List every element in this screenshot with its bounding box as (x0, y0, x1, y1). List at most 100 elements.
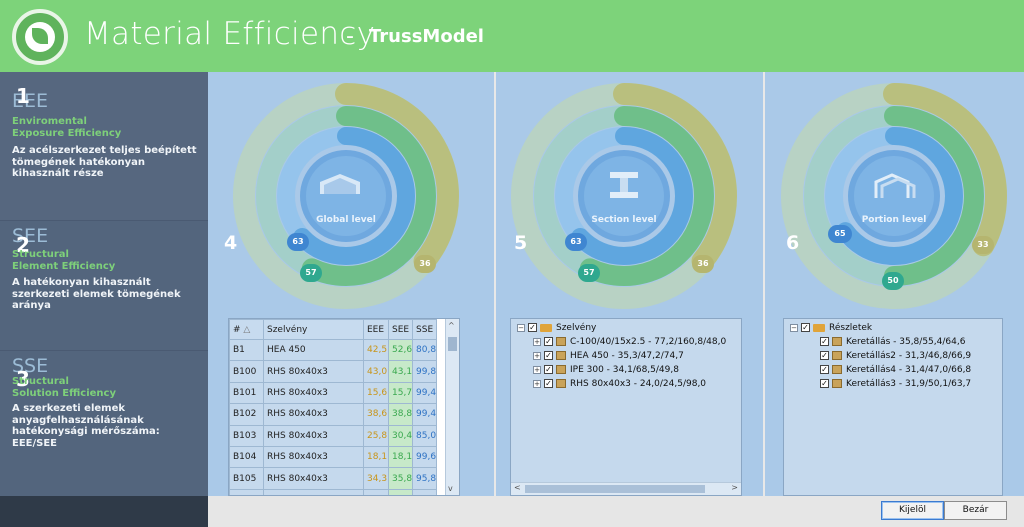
section-subtitle-1: Structural (12, 249, 69, 260)
section-subtitle-1: Enviromental (12, 116, 87, 127)
collapse-icon[interactable]: − (790, 323, 798, 332)
scroll-thumb[interactable] (448, 337, 457, 351)
tree-item[interactable]: + ✓ RHS 80x40x3 - 24,0/24,5/98,0 (533, 377, 706, 391)
section-description: Az acélszerkezet teljes beépített tömegé… (12, 145, 197, 179)
tree-item-label: Keretállás - 35,8/55,4/64,6 (846, 337, 966, 347)
expand-icon[interactable]: + (533, 365, 541, 374)
expand-icon[interactable]: + (533, 351, 541, 360)
tree-item[interactable]: + ✓ IPE 300 - 34,1/68,5/49,8 (533, 363, 679, 377)
expand-icon[interactable]: + (533, 379, 541, 388)
scroll-right-icon[interactable]: > (731, 483, 738, 492)
column-header-section[interactable]: Szelvény (263, 319, 364, 340)
scroll-thumb[interactable] (525, 485, 705, 493)
cell-eee: 38,6 (363, 403, 389, 426)
sidebar-section-eee[interactable]: EEE 1 Enviromental Exposure Efficiency A… (0, 72, 208, 220)
middle-value-pill: 57 (578, 264, 600, 282)
table-row[interactable]: B104 RHS 80x40x3 18,1 18,1 99,6 (229, 445, 438, 469)
cell-section: RHS 80x40x3 (263, 467, 364, 490)
select-button[interactable]: Kijelöl (881, 501, 944, 520)
expand-icon[interactable]: + (533, 337, 541, 346)
scroll-down-icon[interactable]: v (448, 484, 453, 493)
column-header-eee[interactable]: EEE (363, 319, 389, 340)
section-tree[interactable]: − ✓ Szelvény + ✓ C-100/40/15x2.5 - 77,2/160,… (510, 318, 742, 496)
table-row[interactable]: B1 HEA 450 42,5 52,6 80,8 (229, 338, 438, 362)
cell-see: 52,6 (387, 338, 414, 362)
model-name: TrussModel (369, 26, 484, 47)
title-separator: - (346, 24, 354, 49)
tree-item[interactable]: + ✓ HEA 450 - 35,3/47,2/74,7 (533, 349, 684, 363)
level-label: Portion level (861, 215, 927, 225)
column-header-id[interactable]: # △ (229, 319, 264, 340)
scroll-up-icon[interactable]: ^ (448, 321, 455, 330)
table-row[interactable]: B105 RHS 80x40x3 34,3 35,8 95,8 (229, 467, 438, 490)
table-row[interactable]: B103 RHS 80x40x3 25,8 30,4 85,0 (229, 424, 438, 447)
checkbox[interactable]: ✓ (801, 323, 810, 332)
cell-id: B106 (229, 488, 264, 495)
section-number: 1 (16, 84, 30, 108)
tree-item[interactable]: ✓ Keretállás - 35,8/55,4/64,6 (820, 335, 965, 349)
tree-item[interactable]: + ✓ C-100/40/15x2.5 - 77,2/160,8/48,0 (533, 335, 726, 349)
tree-root[interactable]: − ✓ Szelvény (517, 321, 596, 335)
cell-eee: 18,1 (363, 445, 389, 469)
beam-section-icon (606, 170, 642, 200)
tree-item-label: Keretállás4 - 31,4/47,0/66,8 (846, 365, 972, 375)
leaf-logo-icon (12, 9, 68, 65)
middle-value-pill: 57 (300, 264, 322, 282)
checkbox[interactable]: ✓ (820, 365, 829, 374)
tree-item[interactable]: ✓ Keretállás4 - 31,4/47,0/66,8 (820, 363, 971, 377)
checkbox[interactable]: ✓ (544, 365, 553, 374)
cell-see: 35,8 (387, 467, 414, 490)
cell-section: HEA 450 (263, 338, 364, 362)
horizontal-scrollbar[interactable]: < > (511, 482, 741, 495)
app-window: Material Efficiency - TrussModel EEE 1 E… (0, 0, 1024, 527)
outer-value-pill: 36 (692, 255, 714, 273)
checkbox[interactable]: ✓ (544, 379, 553, 388)
frame-icon (832, 365, 842, 374)
cell-eee: 15,6 (363, 381, 389, 405)
cell-id: B102 (229, 403, 264, 426)
tree-root-label: Részletek (829, 323, 873, 333)
portion-tree[interactable]: − ✓ Részletek ✓ Keretállás - 35,8/55,4/64,6… (783, 318, 1003, 496)
cell-id: B1 (229, 338, 264, 362)
section-subtitle-2: Solution Efficiency (12, 388, 116, 399)
column-header-sse[interactable]: SSE (412, 319, 438, 340)
checkbox[interactable]: ✓ (544, 351, 553, 360)
inner-value-pill: 65 (828, 225, 852, 243)
cell-see: 38,8 (387, 403, 414, 426)
cell-section: RHS 80x40x3 (263, 424, 364, 447)
table-scrollbar[interactable]: ^ v (445, 319, 459, 495)
cell-eee: 42,5 (363, 338, 389, 362)
sidebar-section-sse[interactable]: SSE 3 Structural Solution Efficiency A s… (0, 350, 208, 496)
table-row[interactable]: B102 RHS 80x40x3 38,6 38,8 99,4 (229, 403, 438, 426)
checkbox[interactable]: ✓ (544, 337, 553, 346)
checkbox[interactable]: ✓ (820, 351, 829, 360)
column-header-see[interactable]: SEE (387, 319, 414, 340)
cell-section: RHS 80x40x3 (263, 381, 364, 405)
elements-table[interactable]: # △ Szelvény EEE SEE SSE B1 HEA 450 42,5 52… (228, 318, 460, 496)
tree-root[interactable]: − ✓ Részletek (790, 321, 872, 335)
sidebar-footer (0, 496, 208, 527)
checkbox[interactable]: ✓ (820, 337, 829, 346)
frame-portion-icon (872, 172, 918, 200)
cell-sse: 99,8 (412, 360, 438, 383)
collapse-icon[interactable]: − (517, 323, 525, 332)
table-row[interactable]: B101 RHS 80x40x3 15,6 15,7 99,4 (229, 381, 438, 405)
table-row[interactable]: B106RHS 80x40x317,817,999,6 (229, 488, 438, 495)
tree-root-label: Szelvény (556, 323, 597, 333)
tree-item[interactable]: ✓ Keretállás2 - 31,3/46,8/66,9 (820, 349, 971, 363)
table-row[interactable]: B100 RHS 80x40x3 43,0 43,1 99,8 (229, 360, 438, 383)
tree-item-label: C-100/40/15x2.5 - 77,2/160,8/48,0 (570, 337, 727, 347)
checkbox[interactable]: ✓ (528, 323, 537, 332)
panel-number: 4 (224, 232, 238, 254)
scroll-left-icon[interactable]: < (514, 483, 521, 492)
title-bar: Material Efficiency - TrussModel (0, 0, 1024, 72)
cell-see: 30,4 (387, 424, 414, 447)
sidebar-section-see[interactable]: SEE 2 Structural Element Efficiency A ha… (0, 220, 208, 350)
table-header-row: # △ Szelvény EEE SEE SSE (229, 319, 438, 340)
tree-item[interactable]: ✓ Keretállás3 - 31,9/50,1/63,7 (820, 377, 971, 391)
panel-number: 5 (514, 232, 528, 254)
checkbox[interactable]: ✓ (820, 379, 829, 388)
app-title: Material Efficiency (84, 16, 376, 52)
cell-id: B100 (229, 360, 264, 383)
close-button[interactable]: Bezár (944, 501, 1007, 520)
